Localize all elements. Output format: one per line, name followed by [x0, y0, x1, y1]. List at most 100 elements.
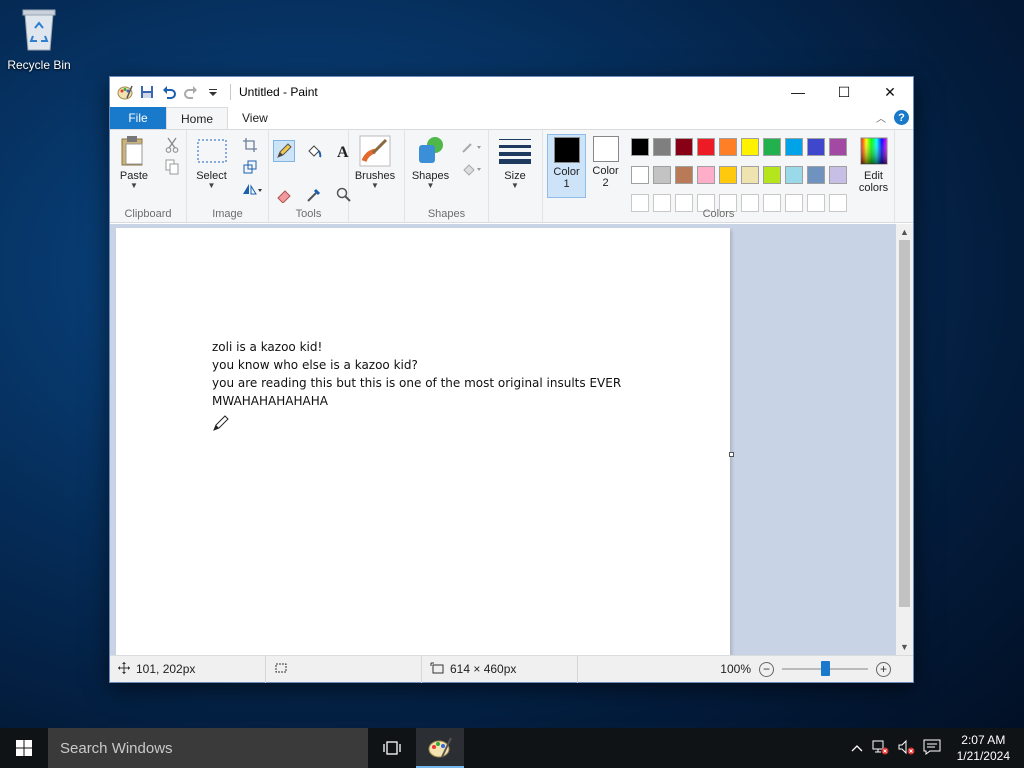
palette-swatch[interactable]: [829, 166, 848, 184]
minimize-ribbon-icon[interactable]: ︿: [876, 110, 886, 125]
tab-file[interactable]: File: [110, 107, 166, 129]
selection-icon: [274, 662, 288, 677]
tab-home[interactable]: Home: [166, 107, 229, 129]
canvas-text: zoli is a kazoo kid! you know who else i…: [212, 338, 621, 410]
canvas-text-line-4: MWAHAHAHAHAHA: [212, 394, 328, 408]
canvas-workspace: zoli is a kazoo kid! you know who else i…: [110, 224, 897, 656]
save-icon[interactable]: [138, 83, 156, 101]
crop-icon[interactable]: [240, 136, 260, 154]
eraser-tool-icon[interactable]: [273, 184, 295, 206]
svg-text:A: A: [337, 144, 349, 159]
start-button[interactable]: [0, 728, 48, 768]
colors-group: Color 1 Color 2 Edit colors Colors: [543, 130, 895, 222]
pencil-cursor-icon: [212, 414, 230, 435]
pencil-tool-icon[interactable]: [273, 140, 295, 162]
palette-swatch[interactable]: [697, 138, 716, 156]
brushes-group: Brushes ▼: [349, 130, 405, 222]
volume-icon[interactable]: [897, 739, 915, 758]
palette-swatch[interactable]: [785, 138, 804, 156]
palette-swatch[interactable]: [653, 138, 672, 156]
scroll-up-icon[interactable]: ▲: [896, 224, 913, 240]
canvas-resize-handle[interactable]: [729, 452, 734, 457]
palette-swatch[interactable]: [741, 138, 760, 156]
palette-swatch[interactable]: [829, 138, 848, 156]
ribbon-helpers: ︿ ?: [876, 110, 909, 125]
network-icon[interactable]: [871, 739, 889, 758]
palette-swatch[interactable]: [785, 166, 804, 184]
vertical-scrollbar[interactable]: ▲ ▼: [896, 224, 913, 656]
color1-button[interactable]: Color 1: [547, 134, 587, 198]
zoom-in-button[interactable]: +: [876, 661, 891, 677]
scroll-down-icon[interactable]: ▼: [896, 639, 913, 655]
task-view-button[interactable]: [368, 728, 416, 768]
palette-swatch[interactable]: [763, 138, 782, 156]
palette-swatch[interactable]: [653, 166, 672, 184]
outline-icon[interactable]: [460, 138, 484, 156]
image-size-cell: 614 × 460px: [422, 655, 578, 683]
fill-shape-icon[interactable]: [460, 160, 484, 178]
palette-swatch[interactable]: [697, 166, 716, 184]
close-button[interactable]: ✕: [867, 77, 913, 107]
clock[interactable]: 2:07 AM 1/21/2024: [949, 732, 1018, 764]
system-tray: 2:07 AM 1/21/2024: [851, 728, 1024, 768]
paste-dropdown-icon[interactable]: ▼: [130, 182, 138, 190]
help-icon[interactable]: ?: [894, 110, 909, 125]
notifications-icon[interactable]: [923, 739, 941, 758]
task-view-icon: [383, 741, 401, 755]
size-dropdown-icon[interactable]: ▼: [511, 182, 519, 190]
taskbar-search[interactable]: Search Windows: [48, 728, 368, 768]
shapes-group: Shapes ▼ Shapes: [405, 130, 489, 222]
drawing-canvas[interactable]: zoli is a kazoo kid! you know who else i…: [116, 228, 730, 656]
select-icon: [196, 134, 228, 168]
qat-separator: [230, 84, 231, 100]
palette-swatch[interactable]: [807, 138, 826, 156]
minimize-button[interactable]: —: [775, 77, 821, 107]
show-hidden-icons-icon[interactable]: [851, 741, 863, 755]
brushes-dropdown-icon[interactable]: ▼: [371, 182, 379, 190]
maximize-button[interactable]: ☐: [821, 77, 867, 107]
size-button[interactable]: Size ▼: [489, 134, 541, 222]
zoom-level: 100%: [720, 662, 751, 676]
cursor-position: 101, 202px: [136, 662, 196, 676]
redo-icon[interactable]: [182, 83, 200, 101]
color1-swatch: [553, 137, 580, 163]
zoom-out-button[interactable]: −: [759, 661, 774, 677]
fill-tool-icon[interactable]: [303, 140, 325, 162]
ribbon: Paste ▼ Clipboard Select ▼ Image A Tools…: [110, 129, 913, 223]
palette-swatch[interactable]: [675, 166, 694, 184]
color1-label-line2: 1: [563, 178, 570, 190]
paint-app-icon[interactable]: [116, 83, 134, 101]
select-dropdown-icon[interactable]: ▼: [208, 182, 216, 190]
canvas-text-line-2: you know who else is a kazoo kid?: [212, 358, 418, 372]
tab-view[interactable]: View: [228, 107, 282, 129]
palette-swatch[interactable]: [763, 166, 782, 184]
taskbar: Search Windows 2:07 AM 1/21/2024: [0, 728, 1024, 768]
palette-swatch[interactable]: [631, 138, 650, 156]
resize-icon[interactable]: [240, 158, 260, 176]
colors-group-label: Colors: [702, 208, 735, 220]
color-picker-icon[interactable]: [303, 184, 325, 206]
recycle-bin[interactable]: Recycle Bin: [4, 6, 74, 72]
cut-icon[interactable]: [162, 136, 182, 154]
zoom-slider-thumb[interactable]: [821, 661, 830, 676]
copy-icon[interactable]: [162, 158, 182, 176]
palette-swatch[interactable]: [807, 166, 826, 184]
shapes-dropdown-icon[interactable]: ▼: [427, 182, 435, 190]
palette-swatch[interactable]: [631, 166, 650, 184]
palette-swatch[interactable]: [719, 166, 738, 184]
paint-window: Untitled - Paint — ☐ ✕ File Home View ︿ …: [109, 76, 914, 683]
quick-access-toolbar: [110, 77, 235, 107]
scroll-thumb[interactable]: [899, 240, 910, 607]
recycle-bin-icon: [19, 6, 59, 52]
zoom-slider[interactable]: [782, 661, 868, 676]
brushes-button[interactable]: Brushes ▼: [349, 134, 401, 222]
rotate-icon[interactable]: [240, 180, 264, 198]
taskbar-paint-button[interactable]: [416, 728, 464, 768]
undo-icon[interactable]: [160, 83, 178, 101]
palette-swatch[interactable]: [675, 138, 694, 156]
palette-swatch[interactable]: [741, 166, 760, 184]
customize-qat-icon[interactable]: [204, 83, 222, 101]
image-size: 614 × 460px: [450, 662, 517, 676]
palette-swatch[interactable]: [719, 138, 738, 156]
windows-logo-icon: [16, 740, 32, 756]
